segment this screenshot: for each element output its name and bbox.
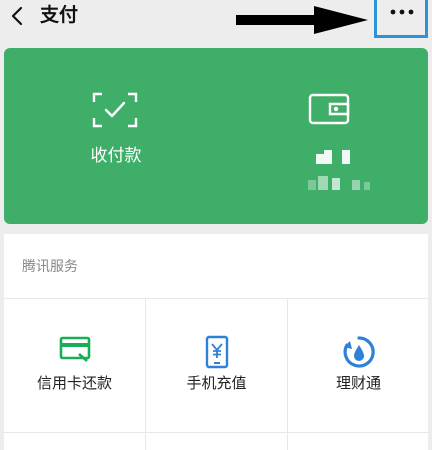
top-bar: 支付 <box>0 0 432 40</box>
service-label: 手机充值 <box>186 374 247 392</box>
credit-card-icon <box>59 336 90 362</box>
more-options-button[interactable] <box>374 0 428 38</box>
back-button[interactable] <box>4 0 32 32</box>
annotation-arrow-icon <box>236 6 368 34</box>
payment-card: 收付款 <box>4 48 428 224</box>
scan-check-icon <box>92 92 138 128</box>
section-title: 腾讯服务 <box>22 259 78 275</box>
service-credit-card-repay[interactable]: 信用卡还款 <box>4 299 145 432</box>
page-title: 支付 <box>40 4 79 26</box>
pay-receive-label: 收付款 <box>90 146 142 166</box>
service-wealth[interactable]: 理财通 <box>288 299 429 432</box>
service-label: 理财通 <box>335 374 381 392</box>
more-dots-icon <box>390 9 414 15</box>
wallet-button[interactable] <box>294 92 384 202</box>
service-label: 信用卡还款 <box>36 374 112 392</box>
tencent-services-panel: 腾讯服务 信用卡还款 手机充值 理财通 <box>4 234 428 450</box>
service-phone-topup[interactable]: 手机充值 <box>146 299 287 432</box>
wealth-drop-icon <box>343 336 375 368</box>
chevron-left-icon <box>11 6 23 26</box>
pay-receive-button[interactable]: 收付款 <box>64 92 168 182</box>
wallet-icon <box>308 93 350 125</box>
row-divider <box>4 432 428 433</box>
phone-yuan-icon <box>205 335 228 369</box>
